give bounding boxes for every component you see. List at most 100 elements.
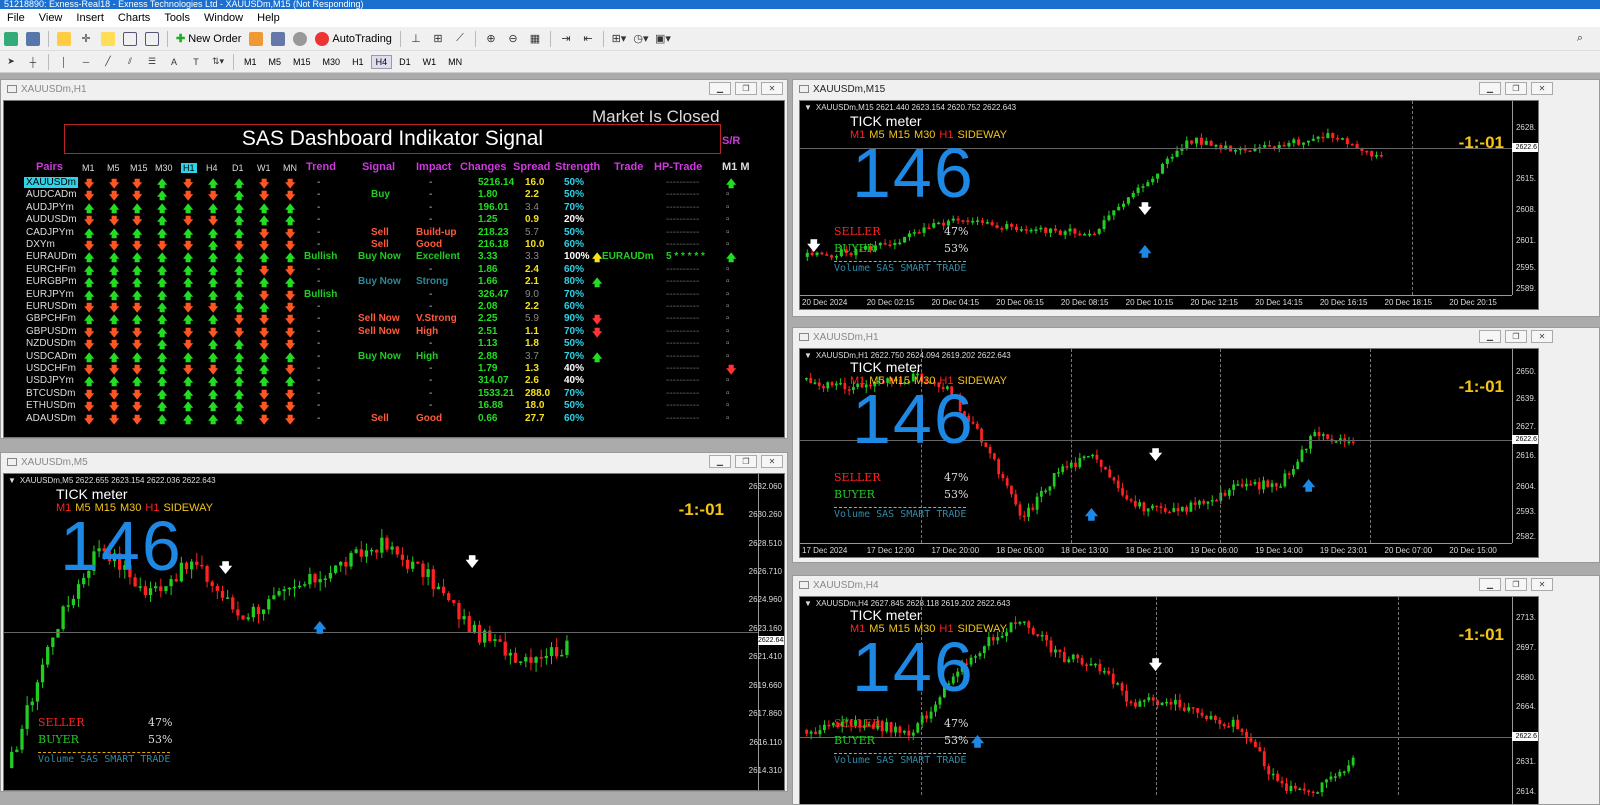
menu-view[interactable]: View bbox=[32, 12, 70, 24]
m5-chart-area[interactable]: ▼ XAUUSDm,M5 2622.655 2623.154 2622.036 2… bbox=[3, 473, 785, 791]
close-button[interactable]: ✕ bbox=[1531, 578, 1553, 591]
chart-shift-icon[interactable]: ⇤ bbox=[578, 30, 598, 48]
close-button[interactable]: ✕ bbox=[1531, 82, 1553, 95]
navigator-icon[interactable] bbox=[98, 30, 118, 48]
trend-cell: - bbox=[317, 189, 321, 201]
close-button[interactable]: ✕ bbox=[761, 82, 783, 95]
autotrading-button[interactable]: AutoTrading bbox=[311, 30, 396, 48]
bar-chart-icon[interactable]: ⊥ bbox=[406, 30, 426, 48]
menu-insert[interactable]: Insert bbox=[69, 12, 111, 24]
pair-label[interactable]: GBPCHFm bbox=[26, 313, 76, 324]
pair-label[interactable]: GBPUSDm bbox=[26, 326, 77, 337]
indicators-icon[interactable]: ⊞▾ bbox=[609, 30, 629, 48]
pair-label[interactable]: BTCUSDm bbox=[26, 388, 75, 399]
templates-icon[interactable]: ▣▾ bbox=[653, 30, 673, 48]
menu-tools[interactable]: Tools bbox=[157, 12, 197, 24]
new-order-button[interactable]: ✚ New Order bbox=[172, 30, 245, 48]
pair-label[interactable]: USDJPYm bbox=[26, 375, 74, 386]
pair-label[interactable]: EURGBPm bbox=[26, 276, 77, 287]
h1-chart-window[interactable]: XAUUSDm,H1 ▁ ❐ ✕ ▼ XAUUSDm,H1 2622.750 2624… bbox=[792, 327, 1600, 563]
close-button[interactable]: ✕ bbox=[761, 455, 783, 468]
crosshair-tool-icon[interactable]: ┼ bbox=[23, 53, 43, 71]
profiles-icon[interactable] bbox=[23, 30, 43, 48]
m15-chart-area[interactable]: ▼ XAUUSDm,M15 2621.440 2623.154 2620.752 … bbox=[799, 100, 1539, 310]
tf-m30[interactable]: M30 bbox=[318, 55, 346, 69]
metaeditor-icon[interactable] bbox=[246, 30, 266, 48]
pair-label[interactable]: AUDCADm bbox=[26, 189, 77, 200]
menu-charts[interactable]: Charts bbox=[111, 12, 157, 24]
h4-chart-window[interactable]: XAUUSDm,H4 ▁ ❐ ✕ ▼ XAUUSDm,H4 2627.845 2628… bbox=[792, 575, 1600, 805]
maximize-button[interactable]: ❐ bbox=[735, 455, 757, 468]
tf-h4[interactable]: H4 bbox=[370, 54, 393, 69]
pair-label[interactable]: EURAUDm bbox=[26, 251, 77, 262]
crosshair-icon[interactable]: ✛ bbox=[76, 30, 96, 48]
terminal-icon[interactable] bbox=[120, 30, 140, 48]
pair-label[interactable]: USDCADm bbox=[26, 351, 77, 362]
dashboard-chart-window[interactable]: XAUUSDm,H1 ▁ ❐ ✕ Market Is Closed SAS Dash… bbox=[0, 79, 788, 439]
minimize-button[interactable]: ▁ bbox=[1479, 578, 1501, 591]
vps-icon[interactable] bbox=[290, 30, 310, 48]
new-chart-icon[interactable] bbox=[1, 30, 21, 48]
tf-m5[interactable]: M5 bbox=[264, 55, 287, 69]
candle-chart-icon[interactable]: ⊞ bbox=[428, 30, 448, 48]
line-chart-icon[interactable]: ⟋ bbox=[450, 30, 470, 48]
minimize-button[interactable]: ▁ bbox=[709, 82, 731, 95]
minimize-button[interactable]: ▁ bbox=[1479, 82, 1501, 95]
menu-window[interactable]: Window bbox=[197, 12, 250, 24]
pair-label[interactable]: ETHUSDm bbox=[26, 400, 75, 411]
pair-label[interactable]: XAUUSDm bbox=[24, 177, 79, 188]
minimize-button[interactable]: ▁ bbox=[709, 455, 731, 468]
tester-icon[interactable] bbox=[142, 30, 162, 48]
maximize-button[interactable]: ❐ bbox=[1505, 330, 1527, 343]
tf-d1[interactable]: D1 bbox=[394, 55, 416, 69]
tf-m1[interactable]: M1 bbox=[239, 55, 262, 69]
tf-h1[interactable]: H1 bbox=[347, 55, 369, 69]
zoom-in-icon[interactable]: ⊕ bbox=[481, 30, 501, 48]
h4-chart-area[interactable]: ▼ XAUUSDm,H4 2627.845 2628.118 2619.202 2… bbox=[799, 596, 1539, 804]
tile-windows-icon[interactable]: ▦ bbox=[525, 30, 545, 48]
pair-label[interactable]: EURJPYm bbox=[26, 289, 74, 300]
h1-chart-area[interactable]: ▼ XAUUSDm,H1 2622.750 2624.094 2619.202 2… bbox=[799, 348, 1539, 558]
vertical-line-icon[interactable]: │ bbox=[54, 53, 74, 71]
zoom-out-icon[interactable]: ⊖ bbox=[503, 30, 523, 48]
pair-label[interactable]: ADAUSDm bbox=[26, 413, 76, 424]
horizontal-line-icon[interactable]: ─ bbox=[76, 53, 96, 71]
m5-chart-window[interactable]: XAUUSDm,M5 ▁ ❐ ✕ ▼ XAUUSDm,M5 2622.655 2623… bbox=[0, 452, 788, 792]
tf-mn[interactable]: MN bbox=[443, 55, 467, 69]
pair-label[interactable]: NZDUSDm bbox=[26, 338, 76, 349]
signals-icon[interactable] bbox=[268, 30, 288, 48]
trendline-icon[interactable]: ╱ bbox=[98, 53, 118, 71]
pair-label[interactable]: EURCHFm bbox=[26, 264, 76, 275]
maximize-button[interactable]: ❐ bbox=[1505, 82, 1527, 95]
maximize-button[interactable]: ❐ bbox=[1505, 578, 1527, 591]
pair-label[interactable]: AUDUSDm bbox=[26, 214, 77, 225]
periods-icon[interactable]: ◷▾ bbox=[631, 30, 651, 48]
close-button[interactable]: ✕ bbox=[1531, 330, 1553, 343]
menu-help[interactable]: Help bbox=[250, 12, 287, 24]
search-icon[interactable]: ⌕ bbox=[1570, 30, 1590, 48]
market-watch-icon[interactable] bbox=[54, 30, 74, 48]
pair-label[interactable]: AUDJPYm bbox=[26, 202, 74, 213]
cursor-icon[interactable]: ➤ bbox=[1, 53, 21, 71]
fibonacci-icon[interactable]: ☰ bbox=[142, 53, 162, 71]
pair-label[interactable]: DXYm bbox=[26, 239, 55, 250]
tf-w1[interactable]: W1 bbox=[418, 55, 442, 69]
minimize-button[interactable]: ▁ bbox=[1479, 330, 1501, 343]
arrows-icon[interactable]: ⇅▾ bbox=[208, 53, 228, 71]
maximize-button[interactable]: ❐ bbox=[735, 82, 757, 95]
pair-label[interactable]: EURUSDm bbox=[26, 301, 77, 312]
auto-scroll-icon[interactable]: ⇥ bbox=[556, 30, 576, 48]
pair-label[interactable]: CADJPYm bbox=[26, 227, 74, 238]
tf-m15[interactable]: M15 bbox=[288, 55, 316, 69]
dashboard-chart-area[interactable]: Market Is Closed SAS Dashboard Indikator… bbox=[3, 100, 785, 438]
channel-icon[interactable]: ⫽ bbox=[120, 53, 140, 71]
m15-chart-window[interactable]: XAUUSDm,M15 ▁ ❐ ✕ ▼ XAUUSDm,M15 2621.440 26… bbox=[792, 79, 1600, 317]
time-tick: 18 Dec 05:00 bbox=[996, 546, 1044, 555]
menu-file[interactable]: File bbox=[0, 12, 32, 24]
pair-label[interactable]: USDCHFm bbox=[26, 363, 76, 374]
changes-cell: 314.07 bbox=[478, 375, 509, 387]
candle-bear bbox=[452, 599, 456, 603]
text-label-icon[interactable]: T bbox=[186, 53, 206, 71]
candle-bull bbox=[1210, 500, 1214, 502]
text-icon[interactable]: A bbox=[164, 53, 184, 71]
